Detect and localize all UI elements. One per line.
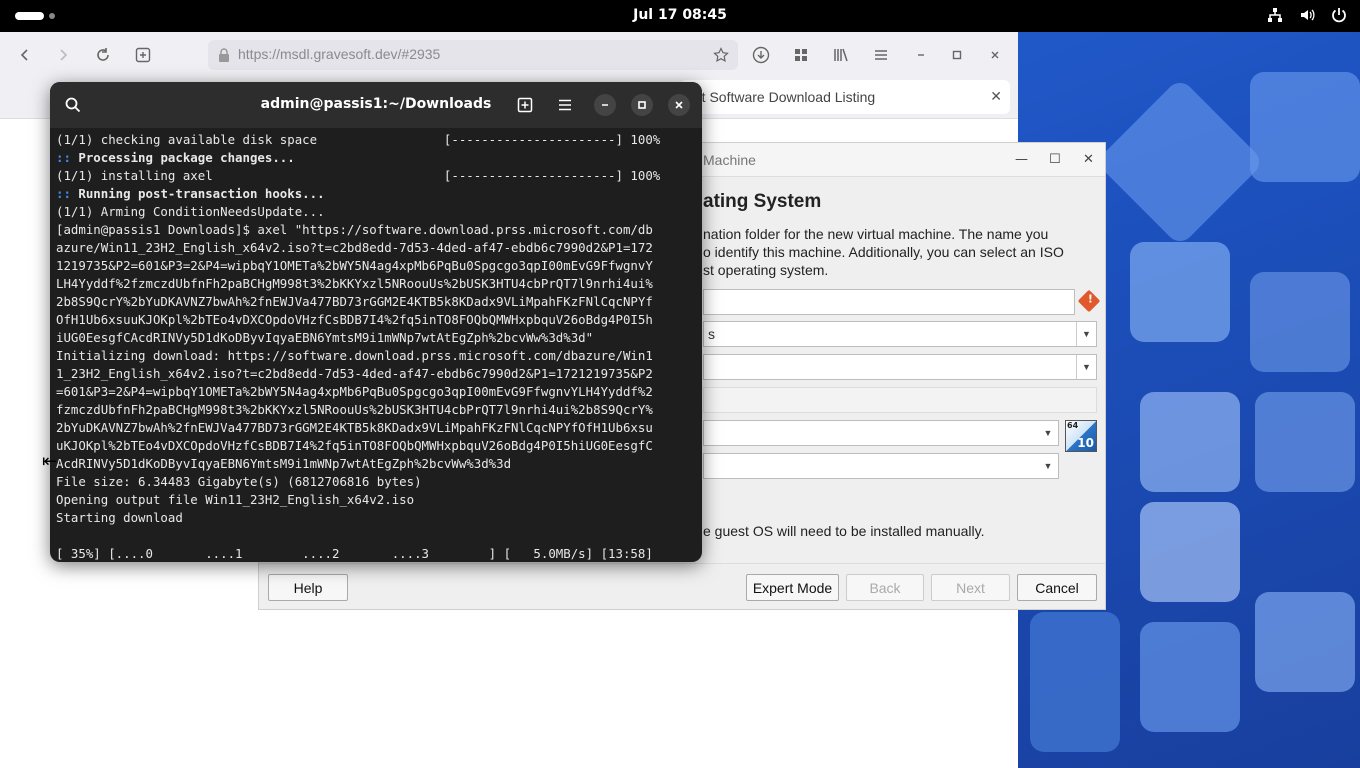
maximize-icon[interactable]: [631, 94, 653, 116]
network-icon[interactable]: [1266, 6, 1284, 24]
description-line: st operating system.: [703, 262, 829, 278]
os-version-combo[interactable]: ▼: [703, 453, 1059, 479]
terminal-line: 1_23H2_English_x64v2.iso?t=c2bd8edd-7d53…: [56, 366, 653, 381]
back-icon[interactable]: [14, 44, 36, 66]
chevron-down-icon[interactable]: ▼: [1038, 421, 1058, 445]
resize-cursor-icon: ⇤: [42, 451, 58, 472]
expert-mode-button[interactable]: Expert Mode: [746, 574, 839, 601]
edition-combo: [703, 387, 1097, 413]
tab-label: oft Software Download Listing: [690, 89, 876, 105]
terminal-line: Initializing download: https://software.…: [56, 348, 653, 363]
dialog-button-row: Help Expert Mode Back Next Cancel: [259, 563, 1105, 609]
tab-software-download-listing[interactable]: oft Software Download Listing ✕: [680, 80, 1010, 114]
terminal-output[interactable]: (1/1) checking available disk space [---…: [56, 131, 698, 562]
power-icon[interactable]: [1330, 6, 1348, 24]
system-tray[interactable]: [1266, 6, 1348, 24]
terminal-line: 1219735&P2=601&P3=2&P4=wipbqY1OMETa%2bWY…: [56, 258, 653, 273]
terminal-line: :: Processing package changes...: [56, 150, 295, 165]
terminal-line: 2b8S9QcrY%2bYuDKAVNZ7bwAh%2fnEWJVa477BD7…: [56, 294, 653, 309]
description-line: o identify this machine. Additionally, y…: [703, 244, 1064, 260]
iso-image-combo[interactable]: ▼: [703, 354, 1097, 380]
menu-icon[interactable]: [870, 44, 892, 66]
os-type-combo[interactable]: ▼: [703, 420, 1059, 446]
forward-icon[interactable]: [52, 44, 74, 66]
clock[interactable]: Jul 17 08:45: [0, 7, 1360, 23]
folder-combo[interactable]: s ▼: [703, 321, 1097, 347]
terminal-line: azure/Win11_23H2_English_x64v2.iso?t=c2b…: [56, 240, 653, 255]
browser-toolbar: https://msdl.gravesoft.dev/#2935: [0, 32, 1018, 78]
terminal-line: Starting download: [56, 510, 183, 525]
new-tab-icon[interactable]: [514, 94, 536, 116]
back-button[interactable]: Back: [846, 574, 924, 601]
terminal-line: fzmczdUbfnFh2paBCHgM998t3%2bKKYxzl5NRoou…: [56, 402, 653, 417]
windows-os-icon: 64 10: [1065, 420, 1097, 452]
vm-name-input[interactable]: [703, 289, 1075, 315]
terminal-window: admin@passis1:~/Downloads (1/1) checking…: [50, 82, 702, 562]
os-icon-badge-bottom: 10: [1077, 436, 1094, 450]
terminal-line: OfH1Ub6xsuuKJOKpl%2bTEo4vDXCOpdoVHzfCsBD…: [56, 312, 653, 327]
close-icon[interactable]: [984, 44, 1006, 66]
os-icon-badge-top: 64: [1067, 421, 1079, 430]
new-tab-icon[interactable]: [132, 44, 154, 66]
terminal-line: [admin@passis1 Downloads]$ axel "https:/…: [56, 222, 653, 237]
manual-install-note: e guest OS will need to be installed man…: [703, 523, 985, 539]
minimize-icon[interactable]: [910, 44, 932, 66]
terminal-line: :: Running post-transaction hooks...: [56, 186, 325, 201]
next-button[interactable]: Next: [931, 574, 1010, 601]
dialog-close-icon[interactable]: ✕: [1083, 152, 1094, 167]
dialog-heading: ating System: [703, 191, 822, 212]
chevron-down-icon[interactable]: ▼: [1076, 355, 1096, 379]
volume-icon[interactable]: [1298, 6, 1316, 24]
lock-icon: [218, 47, 230, 66]
dialog-description: nation folder for the new virtual machin…: [703, 225, 1099, 279]
terminal-line: 2bYuDKAVNZ7bwAh%2fnEWJVa477BD73rGGM2E4KT…: [56, 420, 653, 435]
chevron-down-icon[interactable]: ▼: [1076, 322, 1096, 346]
terminal-line: [ 35%] [....0 ....1 ....2 ....3 ] [ 5.0M…: [56, 546, 653, 561]
library-icon[interactable]: [830, 44, 852, 66]
url-bar[interactable]: https://msdl.gravesoft.dev/#2935: [208, 40, 738, 70]
terminal-line: LH4Yyddf%2fzmczdUbfnFh2paBCHgM998t3%2bKK…: [56, 276, 653, 291]
minimize-icon[interactable]: [594, 94, 616, 116]
warning-icon: !: [1077, 289, 1101, 313]
maximize-icon[interactable]: [946, 44, 968, 66]
top-bar: Jul 17 08:45: [0, 0, 1360, 32]
url-text[interactable]: https://msdl.gravesoft.dev/#2935: [238, 46, 440, 62]
extensions-icon[interactable]: [790, 44, 812, 66]
terminal-line: (1/1) checking available disk space [---…: [56, 132, 661, 147]
reload-icon[interactable]: [92, 44, 114, 66]
terminal-line: =601&P3=2&P4=wipbqY1OMETa%2bWY5N4ag4xpMb…: [56, 384, 653, 399]
hamburger-menu-icon[interactable]: [554, 94, 576, 116]
chevron-down-icon[interactable]: ▼: [1038, 454, 1058, 478]
close-icon[interactable]: [668, 94, 690, 116]
dialog-title: Machine: [703, 152, 756, 168]
terminal-line: File size: 6.34483 Gigabyte(s) (68127068…: [56, 474, 422, 489]
terminal-headerbar: admin@passis1:~/Downloads: [50, 82, 702, 128]
folder-value: s: [708, 326, 715, 342]
dialog-minimize-icon[interactable]: —: [1015, 152, 1028, 167]
terminal-line: iUG0EesgfCAcdRINVy5D1dKoDByvIqyaEBN6Ymts…: [56, 330, 594, 345]
terminal-line: (1/1) Arming ConditionNeedsUpdate...: [56, 204, 325, 219]
cancel-button[interactable]: Cancel: [1017, 574, 1097, 601]
dialog-maximize-icon[interactable]: ☐: [1049, 152, 1061, 167]
terminal-line: AcdRINVy5D1dKoDByvIqyaEBN6YmtsM9i1mWNp7w…: [56, 456, 512, 471]
downloads-icon[interactable]: [750, 44, 772, 66]
description-line: nation folder for the new virtual machin…: [703, 226, 1049, 242]
help-button[interactable]: Help: [268, 574, 348, 601]
tab-close-icon[interactable]: ✕: [990, 89, 1002, 105]
bookmark-star-icon[interactable]: [710, 44, 732, 66]
terminal-line: (1/1) installing axel [-----------------…: [56, 168, 661, 183]
terminal-line: Opening output file Win11_23H2_English_x…: [56, 492, 415, 507]
terminal-line: uKJOKpl%2bTEo4vDXCOpdoVHzfCsBDB7I4%2fq5i…: [56, 438, 653, 453]
